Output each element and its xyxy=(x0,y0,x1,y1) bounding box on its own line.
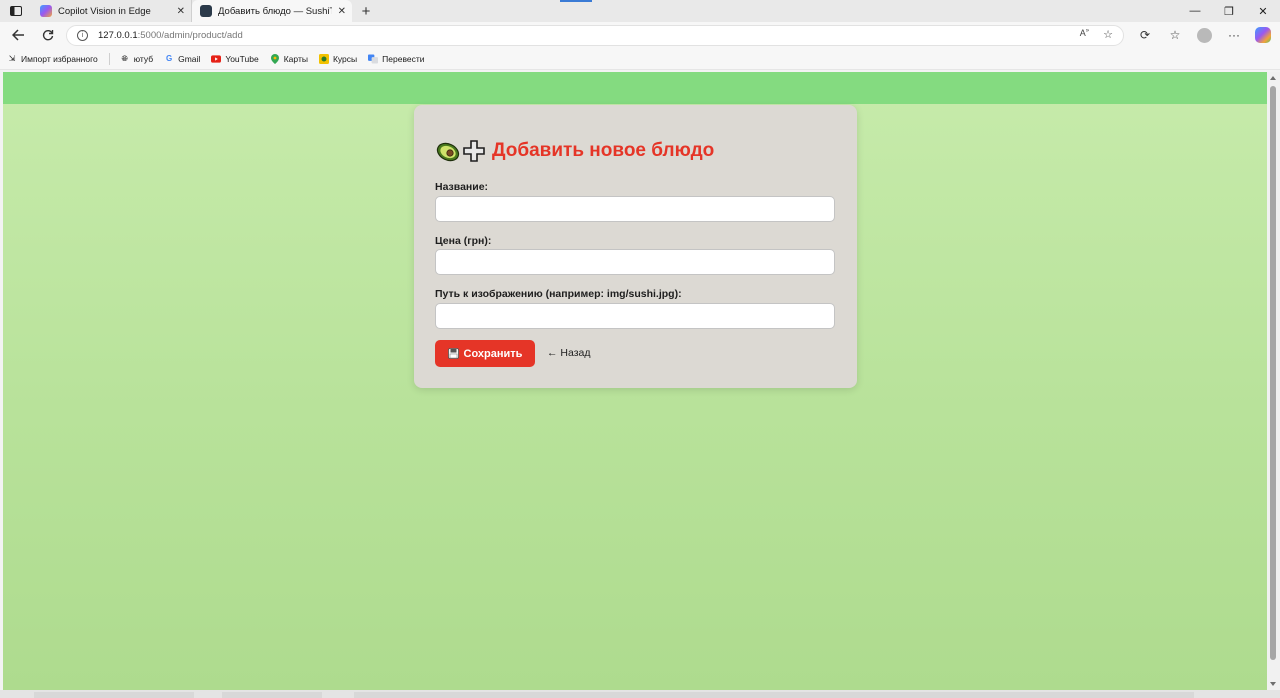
scroll-up-icon[interactable] xyxy=(1270,76,1276,80)
tab-title: Добавить блюдо — SushiTime xyxy=(218,5,332,17)
price-label: Цена (грн): xyxy=(435,235,492,247)
page-scrollbar[interactable] xyxy=(1267,72,1280,690)
avocado-icon xyxy=(436,142,460,162)
navigation-bar: i 127.0.0.1:5000/admin/product/add A» ☆ … xyxy=(0,22,1280,48)
sushitime-favicon-icon xyxy=(200,5,212,17)
bookmark-label: ютуб xyxy=(133,53,154,64)
toolbar-actions: ⟳ ☆ ··· xyxy=(1130,22,1271,48)
more-menu-icon[interactable]: ··· xyxy=(1219,22,1249,48)
back-arrow-icon[interactable] xyxy=(3,22,33,48)
copilot-icon[interactable] xyxy=(1255,27,1271,43)
new-tab-icon[interactable]: + xyxy=(352,0,380,22)
taskbar-item xyxy=(354,692,1194,698)
bookmark-label: YouTube xyxy=(225,53,259,64)
image-path-input[interactable] xyxy=(435,303,835,329)
scrollbar-thumb[interactable] xyxy=(1270,86,1276,660)
courses-icon xyxy=(318,53,329,64)
tab-copilot[interactable]: Copilot Vision in Edge ✕ xyxy=(32,0,192,22)
bookmark-youtube[interactable]: YouTube xyxy=(211,53,259,64)
tab-actions-icon[interactable] xyxy=(0,0,32,22)
bookmark-courses[interactable]: Курсы xyxy=(318,53,358,64)
tab-close-icon[interactable]: ✕ xyxy=(338,6,346,17)
favorite-star-icon[interactable]: ☆ xyxy=(1103,28,1113,41)
bookmarks-bar: ⇲ Импорт избранного 🌐︎ ютуб G Gmail YouT… xyxy=(0,48,1280,70)
plus-icon xyxy=(463,140,485,162)
floppy-disk-icon xyxy=(447,348,459,359)
tab-add-dish[interactable]: Добавить блюдо — SushiTime ✕ xyxy=(192,0,352,22)
form-title: Добавить новое блюдо xyxy=(435,138,714,164)
maps-pin-icon xyxy=(270,53,280,64)
scroll-down-icon[interactable] xyxy=(1270,682,1276,686)
google-icon: G xyxy=(165,54,173,63)
page-title: Добавить новое блюдо xyxy=(492,140,715,161)
read-aloud-icon[interactable]: A» xyxy=(1080,28,1089,41)
name-input[interactable] xyxy=(435,196,835,222)
add-dish-form-card: Добавить новое блюдо Название: Цена (грн… xyxy=(414,105,857,388)
taskbar-item xyxy=(222,692,322,698)
favorites-icon[interactable]: ☆ xyxy=(1160,22,1190,48)
loading-indicator xyxy=(560,0,592,2)
taskbar-item xyxy=(34,692,194,698)
address-bar[interactable]: i 127.0.0.1:5000/admin/product/add A» ☆ xyxy=(66,25,1124,46)
bookmark-label: Импорт избранного xyxy=(21,53,98,64)
bookmark-label: Gmail xyxy=(178,53,201,64)
restore-icon[interactable]: ❐ xyxy=(1212,0,1246,22)
tab-strip: Copilot Vision in Edge ✕ Добавить блюдо … xyxy=(0,0,1280,22)
site-info-icon[interactable]: i xyxy=(77,30,88,41)
tab-title: Copilot Vision in Edge xyxy=(58,5,151,17)
import-icon: ⇲ xyxy=(8,54,16,63)
taskbar-edge xyxy=(0,690,1280,698)
tab-close-icon[interactable]: ✕ xyxy=(177,6,185,17)
back-link[interactable]: ← Назад xyxy=(547,347,591,359)
bookmark-gmail[interactable]: G Gmail xyxy=(164,54,200,64)
bookmark-label: Курсы xyxy=(332,53,358,64)
minimize-icon[interactable]: — xyxy=(1178,0,1212,22)
url-path: :5000/admin/product/add xyxy=(137,30,243,41)
bookmark-youtube-ru[interactable]: 🌐︎ ютуб xyxy=(120,53,154,64)
name-label: Название: xyxy=(435,181,489,193)
extensions-icon[interactable]: ⟳ xyxy=(1130,22,1160,48)
close-window-icon[interactable]: ✕ xyxy=(1246,0,1280,22)
save-button[interactable]: Сохранить xyxy=(435,340,535,367)
bookmarks-divider xyxy=(108,52,110,65)
bookmark-maps[interactable]: Карты xyxy=(270,53,308,64)
window-controls: — ❐ ✕ xyxy=(1178,0,1280,22)
bookmark-label: Перевести xyxy=(382,53,425,64)
translate-icon xyxy=(368,53,379,64)
bookmark-import[interactable]: ⇲ Импорт избранного xyxy=(7,54,98,64)
copilot-favicon-icon xyxy=(40,5,52,17)
refresh-icon[interactable] xyxy=(33,22,63,48)
url-host: 127.0.0.1 xyxy=(98,30,138,41)
image-path-label: Путь к изображению (например: img/sushi.… xyxy=(435,288,682,300)
globe-icon: 🌐︎ xyxy=(121,53,128,63)
bookmark-label: Карты xyxy=(283,53,308,64)
price-input[interactable] xyxy=(435,249,835,275)
save-button-label: Сохранить xyxy=(463,347,523,360)
address-bar-actions: A» ☆ xyxy=(1080,28,1113,41)
bookmark-translate[interactable]: Перевести xyxy=(368,53,425,64)
youtube-icon xyxy=(211,54,222,64)
site-header xyxy=(3,72,1267,104)
profile-avatar[interactable] xyxy=(1197,27,1212,43)
page-viewport: Добавить новое блюдо Название: Цена (грн… xyxy=(3,72,1267,690)
